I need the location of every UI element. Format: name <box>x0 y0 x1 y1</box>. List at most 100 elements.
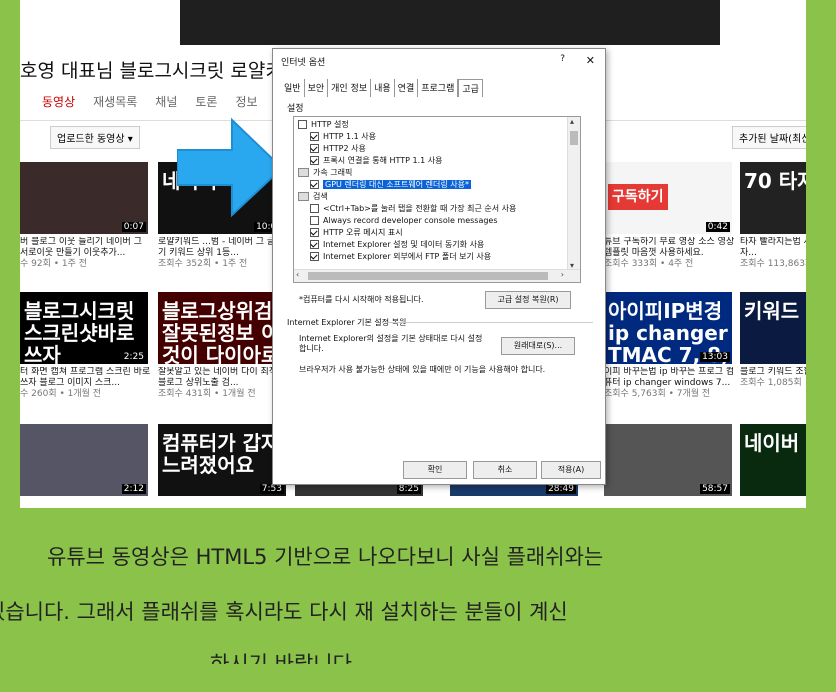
video-thumbnail[interactable]: 키워드 프로 <box>740 292 806 364</box>
tab-content[interactable]: 내용 <box>371 79 395 97</box>
internet-options-dialog: 인터넷 옵션 ? ✕ 일반 보안 개인 정보 내용 연결 프로그램 고급 설정 … <box>272 48 606 485</box>
video-caption[interactable]: 타자 빨라지는법 사 칼퇴하기 타자...조회수 113,863회 <box>740 237 806 271</box>
checkbox[interactable] <box>310 132 319 141</box>
dialog-tabs: 일반 보안 개인 정보 내용 연결 프로그램 고급 <box>281 79 483 97</box>
tab-general[interactable]: 일반 <box>281 79 305 97</box>
settings-row-label: Internet Explorer 설정 및 데이터 동기화 사용 <box>323 240 485 249</box>
video-meta: 조회수 352회 • 1주 전 <box>158 259 248 269</box>
video-thumbnail[interactable]: 아이피IP변경 ip changer TMAC 7, 8, 1013:03 <box>604 292 732 364</box>
tab-security[interactable]: 보안 <box>305 79 329 97</box>
cancel-button[interactable]: 취소 <box>473 461 537 479</box>
settings-row[interactable]: Internet Explorer 설정 및 데이터 동기화 사용 <box>310 239 484 251</box>
video-title[interactable]: 버 블로그 이웃 늘리기 네이버 그 서로이웃 만들기 이웃추가... <box>20 237 142 258</box>
paragraph-line-2: 있습니다. 그래서 플래쉬를 혹시라도 다시 재 설치하는 분들이 계신 <box>0 600 568 624</box>
tab-privacy[interactable]: 개인 정보 <box>328 79 372 97</box>
restore-advanced-button[interactable]: 고급 설정 복원(R) <box>485 291 571 309</box>
video-caption[interactable]: 터 화면 캡쳐 프로그램 스크린 바로쓰자 블로그 이미지 스크... 수 260… <box>20 367 152 401</box>
close-icon[interactable]: ✕ <box>586 54 595 67</box>
thumbnail-text: 네이버 상위노 <box>744 431 806 455</box>
video-thumbnail[interactable]: 컴퓨터가 갑자 느려졌어요 7:53 <box>158 424 286 496</box>
video-title[interactable]: 잘못알고 있는 네이버 다이 최적화 블로그 상위노출 검... <box>158 367 285 388</box>
video-duration: 7:53 <box>259 484 284 494</box>
settings-row[interactable]: 프록시 연결을 통해 HTTP 1.1 사용 <box>310 155 443 167</box>
video-caption[interactable]: 로얄키워드 ...범 - 네이버 그 글쓰기 키워드 상위 1등... 조회수 3… <box>158 237 290 271</box>
checkbox[interactable] <box>310 216 319 225</box>
tab-advanced[interactable]: 고급 <box>458 79 483 97</box>
thumbnail-text: 구독하기 <box>608 184 668 210</box>
video-thumbnail[interactable]: 블로그시크릿 스크린샷바로쓰자 2:25 <box>20 292 148 364</box>
settings-row[interactable]: <Ctrl+Tab>를 눌러 탭을 전환할 때 가장 최근 순서 사용 <box>310 203 516 215</box>
video-caption[interactable]: 버 블로그 이웃 늘리기 네이버 그 서로이웃 만들기 이웃추가... 수 92회… <box>20 237 152 271</box>
settings-row[interactable]: HTTP 설정 <box>298 119 349 131</box>
video-caption[interactable]: 이피 바꾸는법 ip 바꾸는 프로그 컴퓨터 ip changer window… <box>604 367 736 401</box>
ok-button[interactable]: 확인 <box>403 461 467 479</box>
video-title[interactable]: 타자 빨라지는법 사 칼퇴하기 타자... <box>740 237 806 258</box>
apply-button[interactable]: 적용(A) <box>541 461 601 479</box>
checkbox[interactable] <box>298 120 307 129</box>
checkbox[interactable] <box>310 144 319 153</box>
video-title[interactable]: 튜브 구독하기 무료 영상 소스 영상 템플릿 마음껏 사용하세요. <box>604 237 734 258</box>
thumbnail-text: 블로그상위검 잘못된정보 이것이 다이아로 <box>162 299 280 364</box>
vertical-scrollbar[interactable]: ▴ ▾ <box>567 117 580 270</box>
video-duration: 0:07 <box>121 222 146 232</box>
folder-icon <box>298 192 309 201</box>
channel-tabs: 동영상 재생목록 채널 토론 정보 <box>42 93 258 110</box>
checkbox[interactable] <box>310 252 319 261</box>
pointer-arrow-icon <box>177 117 284 218</box>
settings-row[interactable]: Always record developer console messages <box>310 215 498 227</box>
video-thumbnail[interactable]: 블로그상위검 잘못된정보 이것이 다이아로 <box>158 292 286 364</box>
settings-row-label: 가속 그래픽 <box>313 168 353 177</box>
reset-button[interactable]: 원래대로(S)... <box>501 337 575 355</box>
tab-playlists[interactable]: 재생목록 <box>93 93 137 110</box>
folder-icon <box>298 168 309 177</box>
dialog-title: 인터넷 옵션 <box>281 58 326 68</box>
tab-channels[interactable]: 채널 <box>155 93 177 110</box>
video-caption[interactable]: 잘못알고 있는 네이버 다이 최적화 블로그 상위노출 검... 조회수 431회… <box>158 367 290 401</box>
scroll-left-icon[interactable]: ‹ <box>296 270 299 279</box>
settings-row[interactable]: HTTP 오류 메시지 표시 <box>310 227 403 239</box>
video-title[interactable]: 블로그 키워드 조합 <box>740 367 806 377</box>
tab-about[interactable]: 정보 <box>235 93 257 110</box>
tab-videos[interactable]: 동영상 <box>42 93 75 110</box>
video-duration: 8:25 <box>396 484 421 494</box>
checkbox[interactable] <box>310 240 319 249</box>
checkbox[interactable] <box>310 228 319 237</box>
video-title[interactable]: 이피 바꾸는법 ip 바꾸는 프로그 컴퓨터 ip changer window… <box>604 367 734 388</box>
horizontal-scrollbar[interactable]: ‹ › <box>294 269 580 282</box>
settings-row[interactable]: 검색 <box>298 191 328 203</box>
settings-row[interactable]: GPU 렌더링 대신 소프트웨어 렌더링 사용* <box>310 179 471 191</box>
settings-row[interactable]: 가속 그래픽 <box>298 167 352 179</box>
help-button[interactable]: ? <box>560 54 565 64</box>
video-title[interactable]: 터 화면 캡쳐 프로그램 스크린 바로쓰자 블로그 이미지 스크... <box>20 367 150 388</box>
scroll-up-icon[interactable]: ▴ <box>570 117 574 126</box>
sort-dropdown[interactable]: 추가된 날짜(최신순 <box>732 126 806 149</box>
checkbox[interactable] <box>310 204 319 213</box>
tab-discussion[interactable]: 토론 <box>195 93 217 110</box>
settings-row-label: 프록시 연결을 통해 HTTP 1.1 사용 <box>323 156 443 165</box>
video-thumbnail[interactable]: 구독하기 0:42 <box>604 162 732 234</box>
video-thumbnail[interactable]: 0:07 <box>20 162 148 234</box>
video-thumbnail[interactable]: 58:57 <box>604 424 732 496</box>
video-thumbnail[interactable]: 네이버 상위노 <box>740 424 806 496</box>
upload-filter-dropdown[interactable]: 업로드한 동영상 ▾ <box>50 126 140 149</box>
video-thumbnail[interactable]: 2:12 <box>20 424 148 496</box>
hscroll-thumb[interactable] <box>308 272 548 280</box>
settings-row-label: GPU 렌더링 대신 소프트웨어 렌더링 사용* <box>323 180 471 189</box>
video-caption[interactable]: 블로그 키워드 조합 조회수 1,085회 <box>740 367 806 401</box>
reset-warning: 브라우저가 사용 불가능한 상태에 있을 때에만 이 기능을 사용해야 합니다. <box>299 365 546 374</box>
video-meta: 조회수 431회 • 1개월 전 <box>158 389 256 399</box>
video-thumbnail[interactable]: 70 타자 빨 <box>740 162 806 234</box>
settings-row[interactable]: HTTP2 사용 <box>310 143 366 155</box>
settings-row-label: Always record developer console messages <box>323 216 498 225</box>
video-title[interactable]: 로얄키워드 ...범 - 네이버 그 글쓰기 키워드 상위 1등... <box>158 237 284 258</box>
settings-row[interactable]: Internet Explorer 외부에서 FTP 폴더 보기 사용 <box>310 251 491 263</box>
tab-programs[interactable]: 프로그램 <box>418 79 459 97</box>
checkbox[interactable] <box>310 156 319 165</box>
settings-row[interactable]: HTTP 1.1 사용 <box>310 131 376 143</box>
tab-connections[interactable]: 연결 <box>395 79 419 97</box>
checkbox[interactable] <box>310 180 319 189</box>
scroll-right-icon[interactable]: › <box>561 270 564 279</box>
scroll-thumb[interactable] <box>570 131 578 145</box>
video-caption[interactable]: 튜브 구독하기 무료 영상 소스 영상 템플릿 마음껏 사용하세요. 조회수 33… <box>604 237 736 271</box>
settings-row-label: HTTP 설정 <box>311 120 349 129</box>
